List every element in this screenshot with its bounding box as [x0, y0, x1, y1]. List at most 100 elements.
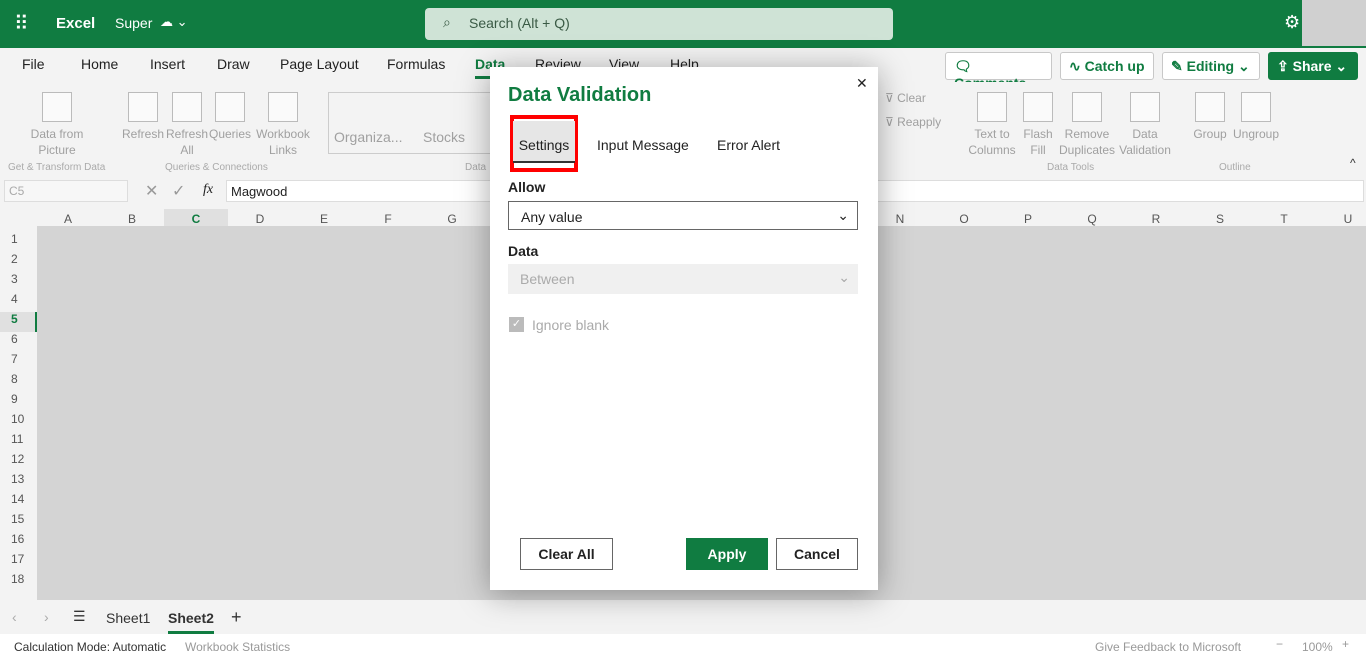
- flash-fill-button[interactable]: Flash Fill: [1020, 92, 1056, 158]
- row-header[interactable]: 13: [0, 472, 37, 492]
- organization-type[interactable]: Organiza...: [334, 129, 402, 145]
- stocks-type[interactable]: Stocks: [423, 129, 465, 145]
- collapse-ribbon-icon[interactable]: ^: [1350, 156, 1356, 170]
- editing-mode-button[interactable]: ✎ Editing ⌄: [1162, 52, 1260, 80]
- allow-select[interactable]: Any value ⌄: [508, 201, 858, 230]
- tab-formulas[interactable]: Formulas: [387, 56, 445, 72]
- row-header[interactable]: 15: [0, 512, 37, 532]
- row-header[interactable]: 8: [0, 372, 37, 392]
- tab-input-message[interactable]: Input Message: [597, 137, 689, 153]
- row-header[interactable]: 1: [0, 232, 37, 252]
- refresh-all-button[interactable]: Refresh All: [166, 92, 208, 158]
- row-header[interactable]: 14: [0, 492, 37, 512]
- app-name[interactable]: Excel: [56, 15, 95, 32]
- search-placeholder: Search (Alt + Q): [469, 15, 570, 31]
- share-button[interactable]: ⇪ Share ⌄: [1268, 52, 1358, 80]
- tab-insert[interactable]: Insert: [150, 56, 185, 72]
- sheet-tab-sheet1[interactable]: Sheet1: [106, 610, 150, 626]
- clear-filter-button[interactable]: ⊽ Clear: [885, 90, 926, 106]
- column-header[interactable]: B: [100, 212, 164, 226]
- feedback-link[interactable]: Give Feedback to Microsoft: [1095, 640, 1241, 654]
- apply-button[interactable]: Apply: [686, 538, 768, 570]
- column-header[interactable]: D: [228, 212, 292, 226]
- catch-up-button[interactable]: ∿ Catch up: [1060, 52, 1154, 80]
- share-icon: ⇪: [1277, 58, 1289, 74]
- status-bar: Calculation Mode: Automatic Workbook Sta…: [0, 634, 1366, 657]
- sheet-tab-sheet2[interactable]: Sheet2: [168, 610, 214, 634]
- group-button[interactable]: Group: [1192, 92, 1228, 142]
- column-header[interactable]: Q: [1060, 212, 1124, 226]
- workbook-statistics[interactable]: Workbook Statistics: [185, 640, 290, 654]
- row-header[interactable]: 9: [0, 392, 37, 412]
- column-header[interactable]: O: [932, 212, 996, 226]
- column-header[interactable]: R: [1124, 212, 1188, 226]
- column-header[interactable]: P: [996, 212, 1060, 226]
- refresh-all-icon: [172, 92, 202, 122]
- clear-filter-icon: ⊽: [885, 91, 894, 105]
- row-header[interactable]: 16: [0, 532, 37, 552]
- tab-file[interactable]: File: [22, 56, 45, 72]
- data-validation-button[interactable]: Data Validation: [1116, 92, 1174, 158]
- column-header[interactable]: A: [36, 212, 100, 226]
- row-header[interactable]: 12: [0, 452, 37, 472]
- comments-button[interactable]: 🗨 Comments: [945, 52, 1052, 91]
- row-header[interactable]: 17: [0, 552, 37, 572]
- queries-button[interactable]: Queries: [208, 92, 252, 142]
- ungroup-button[interactable]: Ungroup: [1230, 92, 1282, 142]
- zoom-level[interactable]: 100%: [1302, 640, 1333, 654]
- row-header[interactable]: 2: [0, 252, 37, 272]
- insert-function-icon[interactable]: fx: [203, 182, 213, 198]
- zoom-out-icon[interactable]: −: [1276, 637, 1283, 651]
- file-name[interactable]: Super: [115, 15, 152, 31]
- clear-all-button[interactable]: Clear All: [520, 538, 613, 570]
- close-icon[interactable]: ✕: [856, 75, 868, 92]
- row-header[interactable]: 7: [0, 352, 37, 372]
- tab-page-layout[interactable]: Page Layout: [280, 56, 359, 72]
- account-avatar[interactable]: [1302, 0, 1366, 46]
- column-header[interactable]: G: [420, 212, 484, 226]
- app-launcher-icon[interactable]: ⠿: [14, 11, 29, 36]
- label: Queries: [208, 127, 252, 141]
- data-select[interactable]: Between ⌄: [508, 264, 858, 294]
- refresh-button[interactable]: Refresh: [122, 92, 164, 142]
- name-box[interactable]: C5: [4, 180, 128, 202]
- file-options-chevron-icon[interactable]: ☁ ⌄: [160, 14, 188, 30]
- row-header[interactable]: 10: [0, 412, 37, 432]
- tab-settings[interactable]: Settings: [513, 121, 575, 163]
- enter-icon[interactable]: ✓: [172, 181, 185, 201]
- column-header[interactable]: E: [292, 212, 356, 226]
- cancel-icon[interactable]: ✕: [145, 181, 158, 201]
- data-types-gallery[interactable]: Organiza... Stocks: [328, 92, 498, 154]
- row-header[interactable]: 4: [0, 292, 37, 312]
- label: Clear: [897, 91, 926, 105]
- text-to-columns-button[interactable]: Text to Columns: [966, 92, 1018, 158]
- share-label: Share: [1292, 58, 1332, 74]
- tab-draw[interactable]: Draw: [217, 56, 250, 72]
- add-sheet-icon[interactable]: +: [231, 607, 242, 628]
- next-sheet-icon[interactable]: ›: [44, 609, 49, 625]
- column-header[interactable]: F: [356, 212, 420, 226]
- row-header[interactable]: 5: [0, 312, 37, 332]
- tab-error-alert[interactable]: Error Alert: [717, 137, 780, 153]
- data-from-picture-button[interactable]: Data from Picture: [22, 92, 92, 158]
- tab-home[interactable]: Home: [81, 56, 118, 72]
- prev-sheet-icon[interactable]: ‹: [12, 609, 17, 625]
- row-header[interactable]: 18: [0, 572, 37, 592]
- search-box[interactable]: ⌕ Search (Alt + Q): [425, 8, 893, 40]
- ignore-blank-checkbox[interactable]: ✓: [509, 317, 524, 332]
- editing-label: Editing: [1186, 58, 1235, 74]
- column-header[interactable]: T: [1252, 212, 1316, 226]
- zoom-in-icon[interactable]: +: [1342, 637, 1349, 651]
- settings-gear-icon[interactable]: ⚙: [1284, 12, 1300, 33]
- column-header[interactable]: U: [1316, 212, 1366, 226]
- chevron-down-icon: ⌄: [837, 207, 849, 223]
- row-header[interactable]: 3: [0, 272, 37, 292]
- row-header[interactable]: 11: [0, 432, 37, 452]
- all-sheets-menu-icon[interactable]: ☰: [73, 608, 86, 625]
- workbook-links-button[interactable]: Workbook Links: [254, 92, 312, 158]
- cancel-button[interactable]: Cancel: [776, 538, 858, 570]
- column-header[interactable]: S: [1188, 212, 1252, 226]
- row-header[interactable]: 6: [0, 332, 37, 352]
- remove-duplicates-button[interactable]: Remove Duplicates: [1058, 92, 1116, 158]
- reapply-filter-button[interactable]: ⊽ Reapply: [885, 114, 941, 130]
